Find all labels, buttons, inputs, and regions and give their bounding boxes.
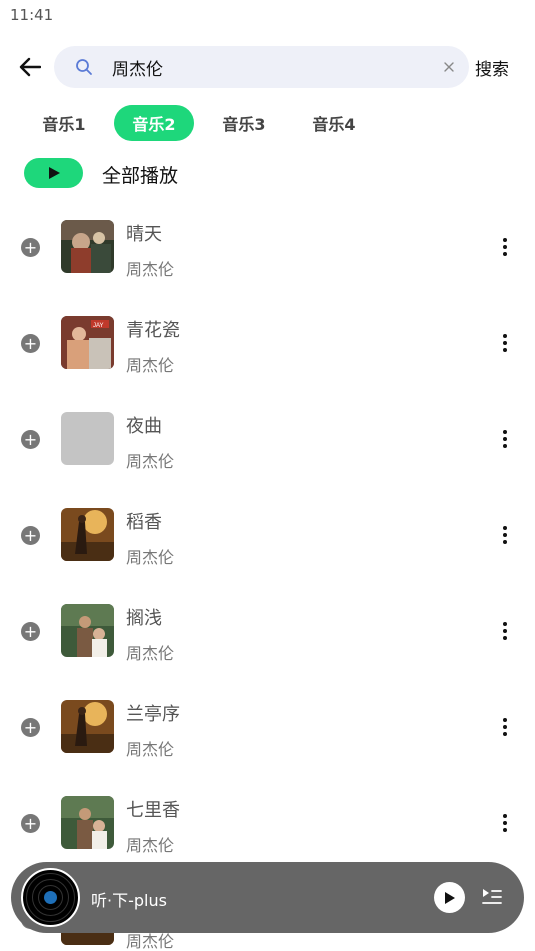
add-icon[interactable]: + (21, 814, 40, 833)
tab-music-3[interactable]: 音乐3 (204, 105, 284, 141)
album-cover (61, 220, 114, 273)
song-title: 青花瓷 (126, 320, 180, 341)
song-artist: 周杰伦 (126, 356, 175, 375)
search-row: 搜索 (0, 46, 535, 88)
song-artist: 周杰伦 (126, 740, 175, 759)
add-icon[interactable]: + (21, 430, 40, 449)
play-icon (48, 167, 60, 179)
playlist-icon[interactable] (481, 886, 503, 908)
song-artist: 周杰伦 (126, 836, 175, 855)
song-artist: 周杰伦 (126, 260, 175, 279)
add-icon[interactable]: + (21, 718, 40, 737)
back-button[interactable] (14, 52, 46, 82)
album-cover (61, 700, 114, 753)
search-box (54, 46, 469, 88)
svg-text:JAY: JAY (93, 323, 104, 329)
album-cover (61, 796, 114, 849)
more-icon[interactable] (495, 331, 515, 355)
song-title: 兰亭序 (126, 704, 180, 725)
song-row[interactable]: + 晴天 周杰伦 (0, 200, 535, 296)
song-artist: 周杰伦 (126, 452, 175, 471)
search-icon (76, 59, 92, 75)
song-row[interactable]: + 搁浅 周杰伦 (0, 584, 535, 680)
status-time: 11:41 (10, 6, 54, 24)
back-arrow-icon (19, 57, 41, 77)
song-artist: 周杰伦 (126, 548, 175, 567)
more-icon[interactable] (495, 235, 515, 259)
song-row[interactable]: + 兰亭序 周杰伦 (0, 680, 535, 776)
more-icon[interactable] (495, 523, 515, 547)
disc-label (44, 891, 57, 904)
player-title: 听·下-plus (91, 891, 167, 910)
song-title: 稻香 (126, 512, 162, 533)
song-title: 七里香 (126, 800, 180, 821)
song-row[interactable]: + 七里香 周杰伦 (0, 776, 535, 872)
tab-music-2[interactable]: 音乐2 (114, 105, 194, 141)
status-bar: 11:41 (0, 0, 535, 32)
play-all-label[interactable]: 全部播放 (102, 161, 178, 188)
more-icon[interactable] (495, 619, 515, 643)
search-button[interactable]: 搜索 (475, 55, 509, 80)
add-icon[interactable]: + (21, 622, 40, 641)
add-icon[interactable]: + (21, 334, 40, 353)
album-cover (61, 604, 114, 657)
song-title: 夜曲 (126, 416, 162, 437)
more-icon[interactable] (495, 715, 515, 739)
song-row[interactable]: + 夜曲 周杰伦 (0, 392, 535, 488)
player-play-button[interactable] (434, 882, 465, 913)
vinyl-disc-icon (21, 868, 80, 927)
add-icon[interactable]: + (21, 238, 40, 257)
album-cover-placeholder (61, 412, 114, 465)
song-title: 晴天 (126, 224, 162, 245)
mini-player[interactable]: 听·下-plus (11, 862, 524, 933)
song-row[interactable]: + 稻香 周杰伦 (0, 488, 535, 584)
more-icon[interactable] (495, 811, 515, 835)
song-row[interactable]: + JAY 青花瓷 周杰伦 (0, 296, 535, 392)
search-input[interactable] (112, 51, 432, 83)
song-artist: 周杰伦 (126, 644, 175, 663)
tab-music-4[interactable]: 音乐4 (294, 105, 374, 141)
album-cover: JAY (61, 316, 114, 369)
play-all-button[interactable] (24, 158, 83, 188)
play-icon (445, 891, 455, 904)
album-cover (61, 508, 114, 561)
clear-icon[interactable] (439, 57, 459, 77)
add-icon[interactable]: + (21, 526, 40, 545)
close-icon (444, 62, 454, 72)
song-title: 搁浅 (126, 608, 162, 629)
more-icon[interactable] (495, 427, 515, 451)
tab-music-1[interactable]: 音乐1 (24, 105, 104, 141)
